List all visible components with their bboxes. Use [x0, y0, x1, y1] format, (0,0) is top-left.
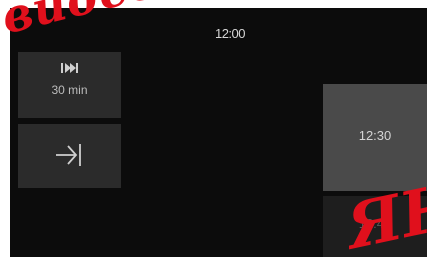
exit-to-end-button[interactable]	[18, 124, 121, 188]
time-slot-next-label: 12:45	[358, 216, 392, 231]
arrow-to-bar-right-icon	[56, 144, 81, 166]
time-slot-selected[interactable]: 12:30	[323, 84, 427, 191]
clock: 12:00	[214, 26, 246, 41]
skip-forward-icon-graphic	[60, 63, 78, 73]
skip-forward-icon	[18, 62, 121, 77]
tv-screen: 12:00 30 min 12:30 12:45	[10, 8, 427, 257]
skip-duration-label: 30 min	[51, 83, 88, 97]
skip-30-min-button[interactable]: 30 min	[18, 52, 121, 118]
time-slot-label: 12:30	[358, 128, 392, 143]
time-slot-next[interactable]: 12:45	[323, 196, 427, 257]
